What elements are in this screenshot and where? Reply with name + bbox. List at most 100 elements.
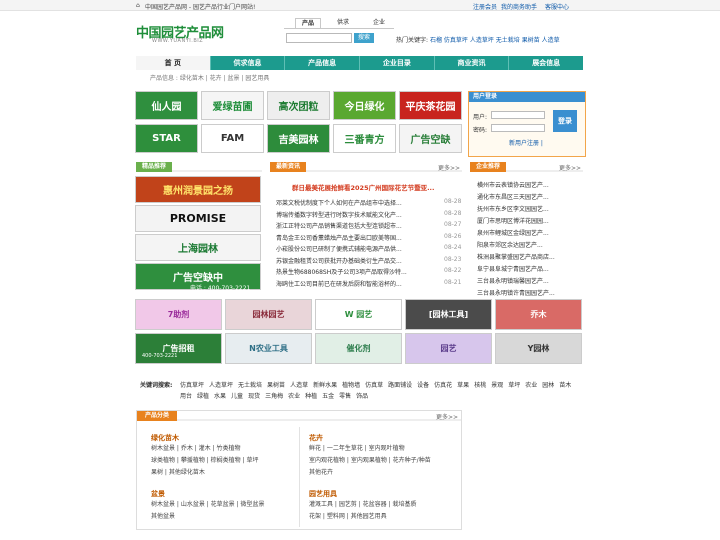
news-item[interactable]: 青岛金王公司香薰蜡烛产品主要出口欧美等国... 08-26: [276, 233, 462, 242]
nav-products[interactable]: 产品信息: [285, 56, 361, 70]
category-line[interactable]: 鲜花 | 一二年生草花 | 室内观叶植物: [309, 443, 459, 455]
nav-news[interactable]: 商业资讯: [435, 56, 510, 70]
search-button[interactable]: 搜索: [354, 33, 374, 43]
news-item-title[interactable]: 博瑞传播数字转型进行时数字技术赋能文化产...: [276, 212, 402, 219]
hot-keyword[interactable]: 无土栽培: [496, 37, 520, 44]
brand-tile[interactable]: 高次团粒: [267, 91, 330, 120]
brand-tile[interactable]: 吉美园林: [267, 124, 330, 153]
news-headline[interactable]: 群日最美花展抢鲜看2025广州国际花艺节暨亚...: [292, 182, 435, 192]
ad-banner[interactable]: W 园艺: [315, 299, 402, 330]
ad-banner[interactable]: 乔木: [495, 299, 582, 330]
category-line[interactable]: 球类植物 | 攀援植物 | 棕榈类植物 | 草坪: [151, 455, 301, 467]
hot-keyword[interactable]: 人造草: [542, 37, 560, 44]
keyword-link[interactable]: 绿植: [197, 391, 209, 402]
keyword-link[interactable]: 景观: [491, 380, 503, 391]
keyword-link[interactable]: 核桃: [474, 380, 486, 391]
ad-banner[interactable]: Y园林: [495, 333, 582, 364]
keyword-link[interactable]: 农业: [525, 380, 537, 391]
site-logo[interactable]: 中国园艺产品网 WWW.YUANYI.BIZ: [136, 22, 256, 48]
ad-banner[interactable]: 广告招租: [135, 333, 222, 364]
nav-companies[interactable]: 企业目录: [360, 56, 435, 70]
keyword-link[interactable]: 设备: [417, 380, 429, 391]
keyword-link[interactable]: 仿真花: [434, 380, 452, 391]
category-line[interactable]: 其他花卉: [309, 467, 459, 479]
ad-banner[interactable]: 园林园艺: [225, 299, 312, 330]
keyword-link[interactable]: 草坪: [508, 380, 520, 391]
brand-tile[interactable]: 爱绿苗圃: [201, 91, 264, 120]
category-line[interactable]: 树木盆景 | 乔木 | 灌木 | 竹类植物: [151, 443, 301, 455]
password-input[interactable]: [491, 124, 545, 132]
keyword-link[interactable]: 三角梅: [265, 391, 283, 402]
keyword-link[interactable]: 植物墙: [342, 380, 360, 391]
username-input[interactable]: [491, 111, 545, 119]
login-button[interactable]: 登录: [553, 110, 577, 132]
keyword-link[interactable]: 园林: [542, 380, 554, 391]
brand-tile[interactable]: 仙人园: [135, 91, 198, 120]
keyword-link[interactable]: 草果: [457, 380, 469, 391]
category-line[interactable]: 灌溉工具 | 园艺剪 | 花盆容器 | 栽培基质: [309, 499, 459, 511]
company-item[interactable]: 三台县永明镇瑞馨园艺产...: [477, 276, 549, 285]
company-item[interactable]: 横州市云表镇协云园艺产...: [477, 180, 549, 189]
keyword-link[interactable]: 苗木: [559, 380, 571, 391]
keyword-link[interactable]: 无土栽培: [238, 380, 262, 391]
search-tab-supply[interactable]: 供求: [330, 18, 356, 28]
news-item-title[interactable]: 邓莱文税优制度下个人如何在产品组市中选择...: [276, 200, 402, 207]
keyword-link[interactable]: 儿童: [231, 391, 243, 402]
news-more[interactable]: 更多>>: [438, 163, 460, 172]
nav-expo[interactable]: 展会信息: [509, 56, 583, 70]
category-title[interactable]: 绿化苗木: [151, 433, 301, 443]
company-item[interactable]: 抚州市东乡区李文园园艺...: [477, 204, 549, 213]
nav-supply[interactable]: 供求信息: [211, 56, 286, 70]
featured-banner[interactable]: 惠州润景园之扬: [135, 176, 261, 203]
ad-banner[interactable]: N农业工具: [225, 333, 312, 364]
brand-tile[interactable]: 三番青方: [333, 124, 396, 153]
category-title[interactable]: 盆景: [151, 489, 301, 499]
company-item[interactable]: 株洲县聚掌盛园艺产品商店...: [477, 252, 555, 261]
keyword-link[interactable]: 仿真草: [365, 380, 383, 391]
ad-banner[interactable]: 催化剂: [315, 333, 402, 364]
company-item[interactable]: 通化市东昌区三天园艺产...: [477, 192, 549, 201]
news-item-title[interactable]: 热景生物688068SH及子公司3项产品取得沙特...: [276, 269, 407, 276]
news-item[interactable]: 海鸥住工公司目前已在研发后厨和智能浴杯的... 08-21: [276, 279, 462, 288]
search-tab-company[interactable]: 企业: [366, 18, 392, 28]
cats-more[interactable]: 更多>>: [436, 412, 458, 421]
ad-banner[interactable]: 园艺: [405, 333, 492, 364]
category-line[interactable]: 花架 | 塑料网 | 其他园艺用具: [309, 511, 459, 523]
category-title[interactable]: 园艺用具: [309, 489, 459, 499]
news-item-title[interactable]: 浙江正特公司产品销售渠道包括大型连锁超市...: [276, 223, 402, 230]
service-link[interactable]: 客服中心: [545, 2, 569, 11]
company-item[interactable]: 阜宁县阜城宁青园艺产品...: [477, 264, 549, 273]
keyword-link[interactable]: 新鲜水果: [313, 380, 337, 391]
keyword-link[interactable]: 用台: [180, 391, 192, 402]
category-line[interactable]: 果树 | 其他绿化苗木: [151, 467, 301, 479]
search-input[interactable]: [286, 33, 352, 43]
keyword-link[interactable]: 零售: [339, 391, 351, 402]
news-item[interactable]: 博瑞传播数字转型进行时数字技术赋能文化产... 08-28: [276, 210, 462, 219]
news-item-title[interactable]: 小崧股份公司已研制了便携式辅能电源产品供...: [276, 246, 402, 253]
keyword-link[interactable]: 种植: [305, 391, 317, 402]
brand-tile[interactable]: FAM: [201, 124, 264, 153]
company-item[interactable]: 厦门市思明区博洋花园园...: [477, 216, 549, 225]
helper-link[interactable]: 我的商务助手: [501, 2, 537, 11]
brand-tile[interactable]: 平庆茶花园: [399, 91, 462, 120]
register-link[interactable]: 注册会员: [473, 2, 497, 11]
company-item[interactable]: 三台县永明镇许青园园艺产...: [477, 288, 555, 297]
keyword-link[interactable]: 人造草: [290, 380, 308, 391]
news-item[interactable]: 浙江正特公司产品销售渠道包括大型连锁超市... 08-27: [276, 221, 462, 230]
company-item[interactable]: 泉州市鲤城区金绿园艺产...: [477, 228, 549, 237]
news-item[interactable]: 邓莱文税优制度下个人如何在产品组市中选择... 08-28: [276, 198, 462, 207]
category-line[interactable]: 室内观花植物 | 室内观果植物 | 花卉种子/种苗: [309, 455, 459, 467]
featured-banner[interactable]: 上海园林: [135, 234, 261, 261]
news-item[interactable]: 热景生物688068SH及子公司3项产品取得沙特... 08-22: [276, 267, 462, 276]
hot-keyword[interactable]: 果树苗: [522, 37, 540, 44]
ad-banner[interactable]: 7助剂: [135, 299, 222, 330]
news-item-title[interactable]: 青岛金王公司香薰蜡烛产品主要出口欧美等国...: [276, 235, 402, 242]
category-line[interactable]: 其他盆景: [151, 511, 301, 523]
news-item[interactable]: 小崧股份公司已研制了便携式辅能电源产品供... 08-24: [276, 244, 462, 253]
keyword-link[interactable]: 农业: [288, 391, 300, 402]
hot-keyword[interactable]: 石榴: [430, 37, 442, 44]
keyword-link[interactable]: 路面铺设: [388, 380, 412, 391]
company-item[interactable]: 阳泉市郊区余达园艺产...: [477, 240, 543, 249]
news-item-title[interactable]: 苏银金融租赁公司获批开办基础类衍生产品交...: [276, 258, 402, 265]
hot-keyword[interactable]: 人造草坪: [470, 37, 494, 44]
